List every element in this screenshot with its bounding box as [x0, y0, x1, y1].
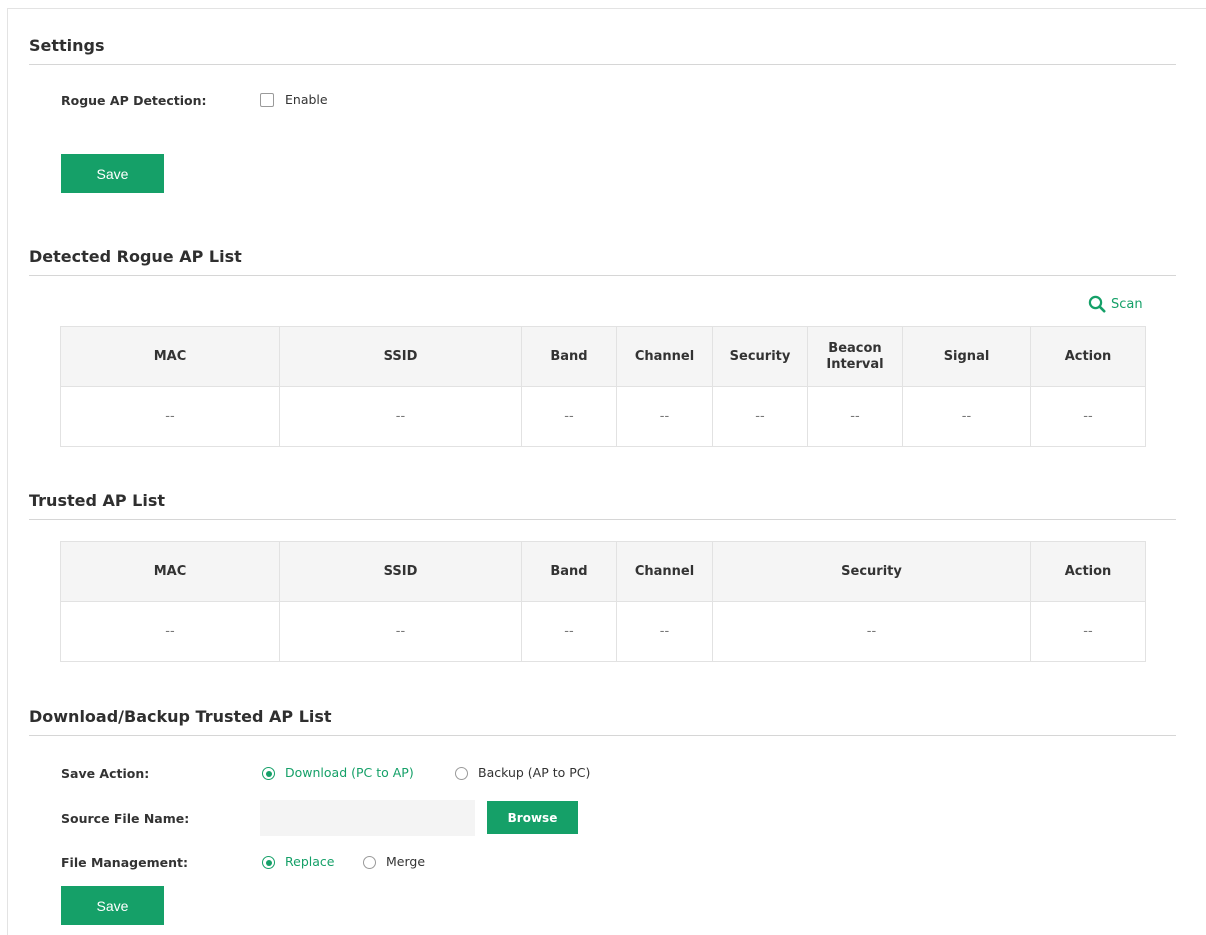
merge-option-label[interactable]: Merge	[386, 854, 425, 869]
browse-button[interactable]: Browse	[487, 801, 578, 834]
trusted-list-title: Trusted AP List	[29, 491, 1176, 520]
column-header-signal: Signal	[902, 326, 1031, 387]
table-cell: --	[279, 601, 522, 662]
download-option-label[interactable]: Download (PC to AP)	[285, 765, 414, 780]
file-management-label: File Management:	[61, 855, 188, 870]
table-header-row: MAC SSID Band Channel Security Action	[60, 541, 1146, 602]
column-header-band: Band	[521, 326, 617, 387]
table-cell: --	[1030, 601, 1146, 662]
column-header-security: Security	[712, 326, 808, 387]
table-cell: --	[60, 601, 280, 662]
column-header-mac: MAC	[60, 541, 280, 602]
column-header-action: Action	[1030, 326, 1146, 387]
download-radio[interactable]	[262, 767, 275, 780]
table-cell: --	[616, 386, 713, 447]
trusted-ap-table: MAC SSID Band Channel Security Action --…	[60, 541, 1146, 662]
table-cell: --	[807, 386, 903, 447]
merge-radio[interactable]	[363, 856, 376, 869]
settings-section-title: Settings	[29, 36, 1176, 65]
source-file-input[interactable]	[260, 800, 475, 836]
settings-save-button[interactable]: Save	[61, 154, 164, 193]
save-action-label: Save Action:	[61, 766, 150, 781]
table-cell: --	[521, 601, 617, 662]
content-frame	[7, 8, 1206, 935]
table-row: -- -- -- -- -- -- -- --	[60, 386, 1146, 447]
backup-option-label[interactable]: Backup (AP to PC)	[478, 765, 590, 780]
search-icon	[1088, 295, 1106, 313]
table-cell: --	[60, 386, 280, 447]
table-cell: --	[279, 386, 522, 447]
table-header-row: MAC SSID Band Channel Security Beacon In…	[60, 326, 1146, 387]
column-header-channel: Channel	[616, 541, 713, 602]
column-header-mac: MAC	[60, 326, 280, 387]
table-row: -- -- -- -- -- --	[60, 601, 1146, 662]
enable-checkbox-label: Enable	[285, 92, 328, 107]
table-cell: --	[902, 386, 1031, 447]
table-cell: --	[521, 386, 617, 447]
table-cell: --	[1030, 386, 1146, 447]
backup-save-button[interactable]: Save	[61, 886, 164, 925]
replace-radio[interactable]	[262, 856, 275, 869]
table-cell: --	[616, 601, 713, 662]
enable-checkbox[interactable]	[260, 93, 274, 107]
rogue-ap-detection-label: Rogue AP Detection:	[61, 93, 207, 108]
column-header-action: Action	[1030, 541, 1146, 602]
replace-option-label[interactable]: Replace	[285, 854, 334, 869]
column-header-beacon-interval: Beacon Interval	[807, 326, 903, 387]
table-cell: --	[712, 601, 1031, 662]
column-header-band: Band	[521, 541, 617, 602]
table-cell: --	[712, 386, 808, 447]
scan-label: Scan	[1111, 296, 1143, 312]
column-header-ssid: SSID	[279, 541, 522, 602]
backup-section-title: Download/Backup Trusted AP List	[29, 707, 1176, 736]
column-header-channel: Channel	[616, 326, 713, 387]
backup-radio[interactable]	[455, 767, 468, 780]
scan-button[interactable]: Scan	[1088, 295, 1143, 313]
detected-rogue-ap-table: MAC SSID Band Channel Security Beacon In…	[60, 326, 1146, 447]
column-header-ssid: SSID	[279, 326, 522, 387]
source-file-name-label: Source File Name:	[61, 811, 190, 826]
column-header-security: Security	[712, 541, 1031, 602]
detected-list-title: Detected Rogue AP List	[29, 247, 1176, 276]
